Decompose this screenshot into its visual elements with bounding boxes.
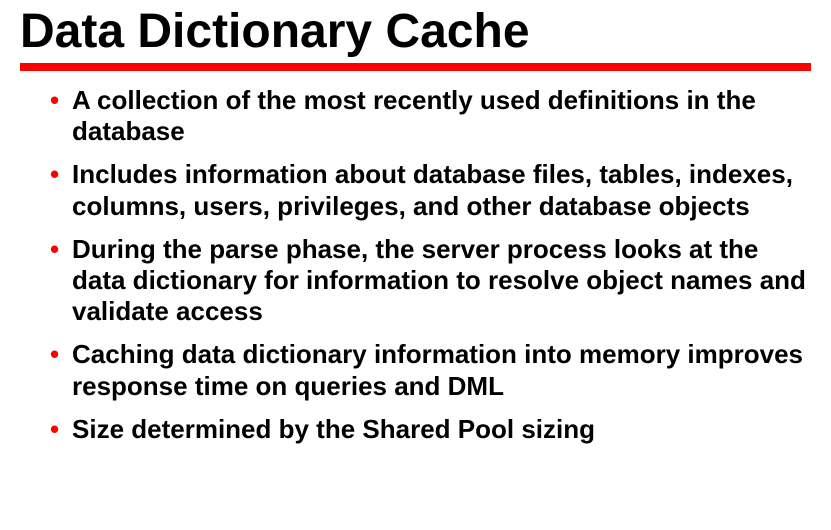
bullet-item: Includes information about database file… <box>50 159 811 221</box>
slide: Data Dictionary Cache A collection of th… <box>0 4 831 445</box>
bullet-item: Size determined by the Shared Pool sizin… <box>50 414 811 445</box>
slide-title: Data Dictionary Cache <box>20 4 811 59</box>
bullet-item: Caching data dictionary information into… <box>50 339 811 401</box>
bullet-item: During the parse phase, the server proce… <box>50 234 811 328</box>
title-divider <box>20 63 811 71</box>
bullet-list: A collection of the most recently used d… <box>20 85 811 445</box>
bullet-item: A collection of the most recently used d… <box>50 85 811 147</box>
